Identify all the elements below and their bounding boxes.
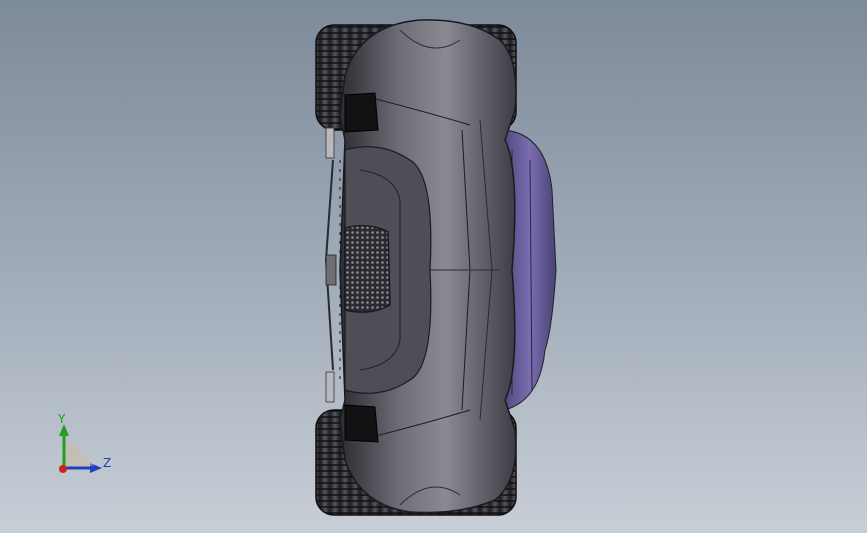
upper-light-recess [344, 92, 379, 133]
lower-light-recess [344, 404, 379, 443]
chassis-frame [324, 127, 341, 403]
front-grille [344, 225, 391, 313]
axis-z-label: Z [103, 456, 112, 470]
graphics-viewport[interactable]: Y Z [0, 0, 867, 533]
axis-y-label: Y [58, 412, 66, 426]
vehicle-model-render[interactable] [0, 0, 867, 533]
